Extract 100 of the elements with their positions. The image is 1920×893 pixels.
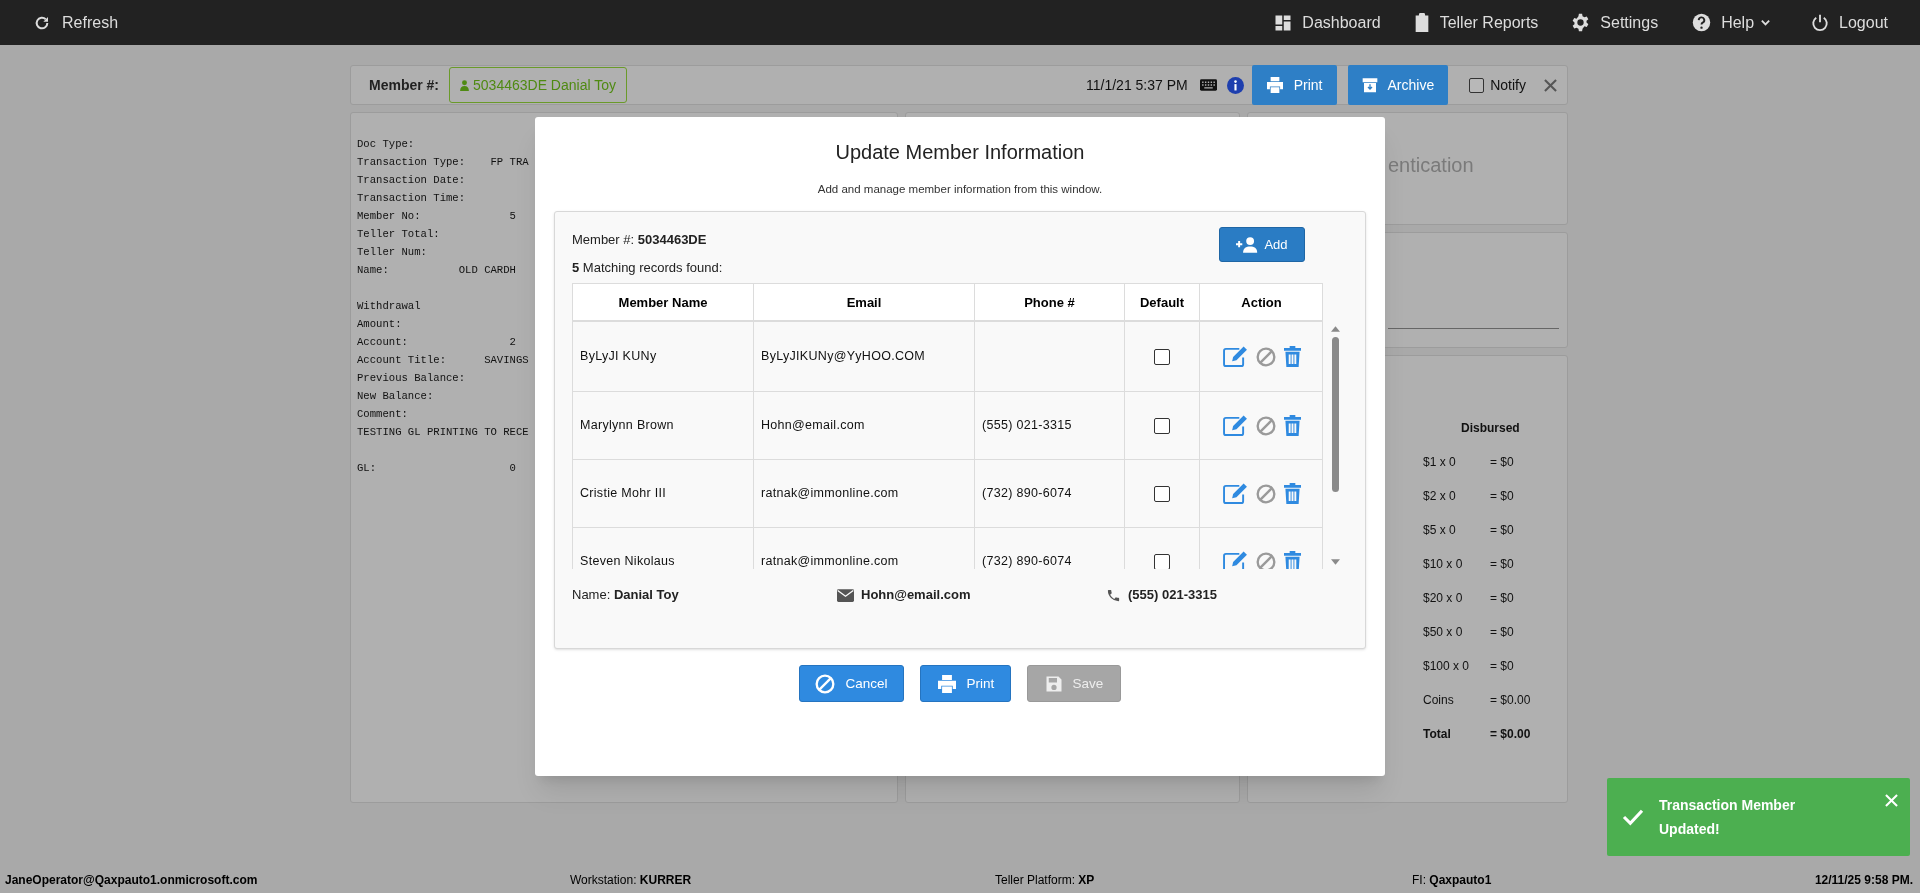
receipt-line: Teller Num: bbox=[357, 245, 427, 260]
close-button[interactable] bbox=[1544, 78, 1557, 92]
amount-value: = $0 bbox=[1490, 590, 1514, 607]
block-button[interactable] bbox=[1255, 346, 1276, 367]
dialog-title: Update Member Information bbox=[835, 140, 1085, 165]
power-icon bbox=[1811, 13, 1830, 32]
column-header: Email bbox=[753, 284, 974, 321]
delete-button[interactable] bbox=[1283, 415, 1301, 437]
settings-link[interactable]: Settings bbox=[1571, 10, 1659, 35]
member-label: Member #: bbox=[369, 75, 440, 95]
column-header: Member Name bbox=[617, 293, 709, 312]
trash-icon bbox=[1283, 483, 1301, 505]
member-name-cell-text: Steven Nikolaus bbox=[580, 553, 675, 570]
phone-icon bbox=[1106, 587, 1121, 603]
member-name-cell-text: ByLyJI KUNy bbox=[580, 348, 657, 366]
dashboard-link[interactable]: Dashboard bbox=[1274, 10, 1381, 35]
print-button[interactable]: Print bbox=[1251, 65, 1337, 105]
edit-icon bbox=[1222, 415, 1248, 437]
help-menu[interactable]: Help bbox=[1692, 10, 1772, 35]
cancel-icon bbox=[815, 673, 836, 694]
denomination-label: $1 x 0 bbox=[1423, 454, 1457, 471]
receipt-line: Withdrawal bbox=[357, 299, 421, 314]
logout-link[interactable]: Logout bbox=[1811, 10, 1888, 35]
info-icon bbox=[1226, 76, 1244, 94]
denomination-label: $2 x 0 bbox=[1423, 488, 1457, 505]
email-cell-text: ratnak@immonline.com bbox=[761, 553, 899, 570]
receipt-line: Account: 2 bbox=[357, 335, 516, 350]
default-checkbox[interactable] bbox=[1154, 348, 1170, 365]
column-header: Action bbox=[1199, 284, 1323, 321]
denomination-label: Coins bbox=[1423, 692, 1455, 709]
add-button[interactable]: Add bbox=[1219, 227, 1305, 263]
member-name-cell-text: Marylynn Brown bbox=[580, 417, 674, 435]
receipt-line: Transaction Time: bbox=[357, 191, 466, 206]
receipt-line: Amount: bbox=[357, 317, 402, 332]
receipt-line: Member No: 5 bbox=[357, 209, 516, 224]
amount-value: = $0 bbox=[1490, 624, 1514, 641]
receipt-line: Name: OLD CARDH bbox=[357, 263, 516, 278]
refresh-button[interactable]: Refresh bbox=[34, 10, 119, 35]
default-checkbox[interactable] bbox=[1154, 485, 1170, 502]
default-checkbox[interactable] bbox=[1154, 417, 1170, 434]
edit-icon bbox=[1222, 483, 1248, 505]
member-number-text: Member #: 5034463DE bbox=[572, 231, 707, 250]
email-cell-text: ratnak@immonline.com bbox=[761, 485, 899, 503]
help-icon bbox=[1692, 13, 1712, 32]
ban-icon bbox=[1255, 346, 1276, 367]
refresh-icon bbox=[34, 14, 50, 31]
add-person-icon bbox=[1236, 236, 1259, 253]
edit-icon bbox=[1222, 346, 1248, 368]
denomination-label: $10 x 0 bbox=[1423, 556, 1464, 573]
printer-icon bbox=[936, 674, 957, 693]
denomination-label: $50 x 0 bbox=[1423, 624, 1464, 641]
amount-value: = $0.00 bbox=[1490, 692, 1531, 709]
person-icon bbox=[460, 79, 470, 91]
edit-button[interactable] bbox=[1222, 346, 1248, 368]
delete-button[interactable] bbox=[1283, 551, 1301, 570]
print-button[interactable]: Print bbox=[920, 665, 1011, 703]
receipt-line: Transaction Type: FP TRA bbox=[357, 155, 529, 170]
delete-button[interactable] bbox=[1283, 483, 1301, 505]
block-button[interactable] bbox=[1255, 551, 1276, 570]
block-button[interactable] bbox=[1255, 483, 1276, 504]
denomination-label: Total bbox=[1423, 726, 1452, 743]
ban-icon bbox=[1255, 483, 1276, 504]
edit-button[interactable] bbox=[1222, 483, 1248, 505]
archive-button[interactable]: Archive bbox=[1347, 65, 1449, 105]
dashboard-icon bbox=[1274, 13, 1293, 32]
member-name-cell-text: Cristie Mohr III bbox=[580, 485, 667, 503]
denomination-label: $100 x 0 bbox=[1423, 658, 1471, 675]
receipt-line: GL: 0 bbox=[357, 461, 516, 476]
receipt-line: Previous Balance: bbox=[357, 371, 466, 386]
amount-value: = $0 bbox=[1490, 488, 1514, 505]
delete-button[interactable] bbox=[1283, 346, 1301, 368]
receipt-line: Comment: bbox=[357, 407, 408, 422]
column-heading: Disbursed bbox=[1461, 420, 1520, 437]
dialog-subtitle: Add and manage member information from this window. bbox=[817, 182, 1103, 197]
email-cell-text: Hohn@email.com bbox=[761, 417, 865, 435]
receipt-line: New Balance: bbox=[357, 389, 434, 404]
email-text: Hohn@email.com bbox=[861, 586, 972, 605]
trash-icon bbox=[1283, 551, 1301, 570]
ban-icon bbox=[1255, 551, 1276, 570]
printer-icon bbox=[1265, 77, 1284, 93]
teller-reports-link[interactable]: Teller Reports bbox=[1413, 10, 1539, 35]
match-count-text: 5 Matching records found: bbox=[572, 258, 723, 277]
workstation-text: Workstation: KURRER bbox=[570, 871, 693, 889]
phone-cell-text: (555) 021-3315 bbox=[982, 417, 1072, 435]
date-time: 11/1/21 5:37 PM bbox=[1086, 75, 1188, 95]
scrollbar-thumb[interactable] bbox=[1331, 337, 1339, 493]
name-text: Name: Danial Toy bbox=[572, 586, 680, 605]
fi-text: FI: Qaxpauto1 bbox=[1412, 871, 1492, 889]
edit-button[interactable] bbox=[1222, 551, 1248, 570]
edit-button[interactable] bbox=[1222, 415, 1248, 437]
denomination-label: $20 x 0 bbox=[1423, 590, 1464, 607]
notify-checkbox[interactable]: Notify bbox=[1469, 74, 1526, 96]
edit-icon bbox=[1222, 551, 1248, 570]
default-checkbox[interactable] bbox=[1154, 553, 1170, 570]
cancel-button[interactable]: Cancel bbox=[799, 665, 904, 703]
platform-text: Teller Platform: XP bbox=[995, 871, 1096, 889]
ban-icon bbox=[1255, 415, 1276, 436]
trash-icon bbox=[1283, 346, 1301, 368]
block-button[interactable] bbox=[1255, 415, 1276, 436]
receipt-line: Teller Total: bbox=[357, 227, 440, 242]
